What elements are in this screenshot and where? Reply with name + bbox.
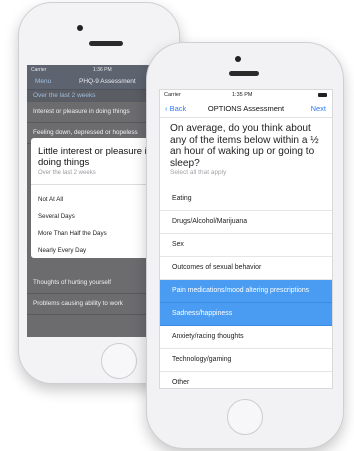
camera-icon	[77, 25, 83, 31]
option-item[interactable]: Sadness/happiness	[160, 303, 332, 326]
navigation-bar: ‹ Back OPTIONS Assessment Next	[160, 101, 332, 118]
option-item[interactable]: Sex	[160, 234, 332, 257]
status-bar: Carrier 1:35 PM	[160, 90, 332, 101]
answer-option[interactable]: More Than Half the Days	[38, 230, 107, 237]
question-text: On average, do you think about any of th…	[170, 123, 319, 169]
divider	[31, 184, 163, 185]
option-item[interactable]: Drugs/Alcohol/Marijuana	[160, 211, 332, 234]
option-item[interactable]: Pain medications/mood altering prescript…	[160, 280, 332, 303]
next-button[interactable]: Next	[311, 104, 326, 113]
nav-title: PHQ-9 Assessment	[79, 78, 136, 85]
option-item[interactable]: Eating	[160, 188, 332, 211]
status-time: 1:35 PM	[232, 92, 253, 98]
carrier-label: Carrier	[164, 92, 181, 98]
speaker-grille	[229, 71, 259, 76]
answer-option[interactable]: Several Days	[38, 213, 75, 220]
option-item[interactable]: Anxiety/racing thoughts	[160, 326, 332, 349]
answer-option[interactable]: Nearly Every Day	[38, 247, 86, 254]
battery-icon	[318, 93, 327, 97]
menu-button[interactable]: Menu	[35, 78, 51, 85]
dialog-subtitle: Over the last 2 weeks	[38, 170, 96, 176]
answer-option[interactable]: Not At All	[38, 196, 63, 203]
status-time: 1:36 PM	[93, 67, 112, 73]
home-button[interactable]	[227, 399, 263, 435]
front-phone-device: Carrier 1:35 PM ‹ Back OPTIONS Assessmen…	[146, 42, 344, 449]
carrier-label: Carrier	[31, 67, 47, 73]
nav-title: OPTIONS Assessment	[207, 104, 285, 113]
home-button[interactable]	[101, 343, 137, 379]
camera-icon	[235, 56, 241, 62]
option-item[interactable]: Outcomes of sexual behavior	[160, 257, 332, 280]
option-item[interactable]: Technology/gaming	[160, 349, 332, 372]
options-list: Eating Drugs/Alcohol/Marijuana Sex Outco…	[160, 188, 332, 388]
dialog-title: Little interest or pleasure in doing thi…	[38, 146, 153, 168]
speaker-grille	[89, 41, 123, 46]
option-item[interactable]: Other	[160, 372, 332, 388]
front-phone-screen: Carrier 1:35 PM ‹ Back OPTIONS Assessmen…	[159, 89, 333, 389]
answer-picker-dialog: Little interest or pleasure in doing thi…	[31, 138, 163, 258]
